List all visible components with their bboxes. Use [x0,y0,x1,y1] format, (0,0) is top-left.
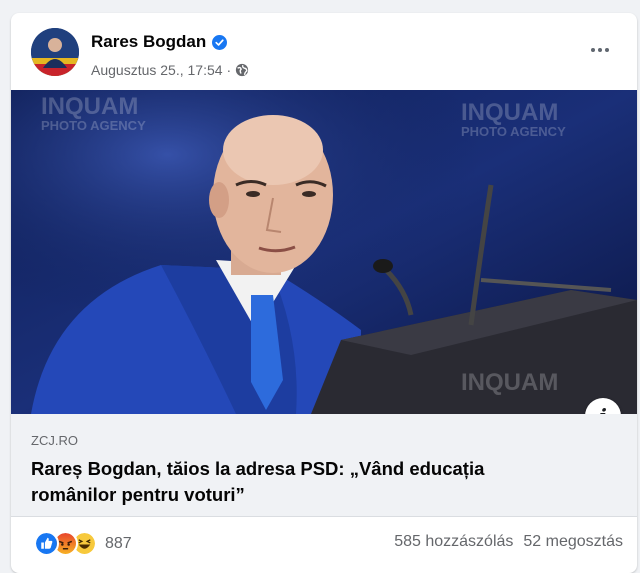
link-preview[interactable]: ZCJ.RO Rareș Bogdan, tăios la adresa PSD… [11,414,637,517]
avatar[interactable] [31,28,79,76]
reaction-count: 887 [105,534,132,552]
link-domain: ZCJ.RO [31,433,78,448]
watermark-bottom-right: INQUAM [461,369,558,396]
comments-count[interactable]: 585 hozzászólás [394,533,513,551]
post-image[interactable]: INQUAM PHOTO AGENCY INQUAM PHOTO AGENCY … [11,90,637,414]
post-timestamp[interactable]: Augusztus 25., 17:54 [91,62,223,78]
like-icon [34,531,59,556]
watermark-top-left: INQUAM [41,93,138,120]
post-stats: 887 585 hozzászólás 52 megosztás [11,518,637,564]
svg-text:PHOTO AGENCY: PHOTO AGENCY [41,118,146,133]
post-header: Rares Bogdan Augusztus 25., 17:54 · [11,13,637,90]
globe-icon [236,63,249,77]
verified-badge-icon [212,34,228,50]
svg-text:PHOTO AGENCY: PHOTO AGENCY [461,124,566,139]
post-card: Rares Bogdan Augusztus 25., 17:54 · INQU… [11,13,637,573]
author-name[interactable]: Rares Bogdan [91,32,206,52]
shares-count[interactable]: 52 megosztás [523,533,623,551]
more-options-icon[interactable] [585,38,615,62]
watermark-top-right: INQUAM [461,99,558,126]
reactions-summary[interactable]: 887 [34,531,132,556]
link-headline[interactable]: Rareș Bogdan, tăios la adresa PSD: „Vând… [31,456,571,508]
